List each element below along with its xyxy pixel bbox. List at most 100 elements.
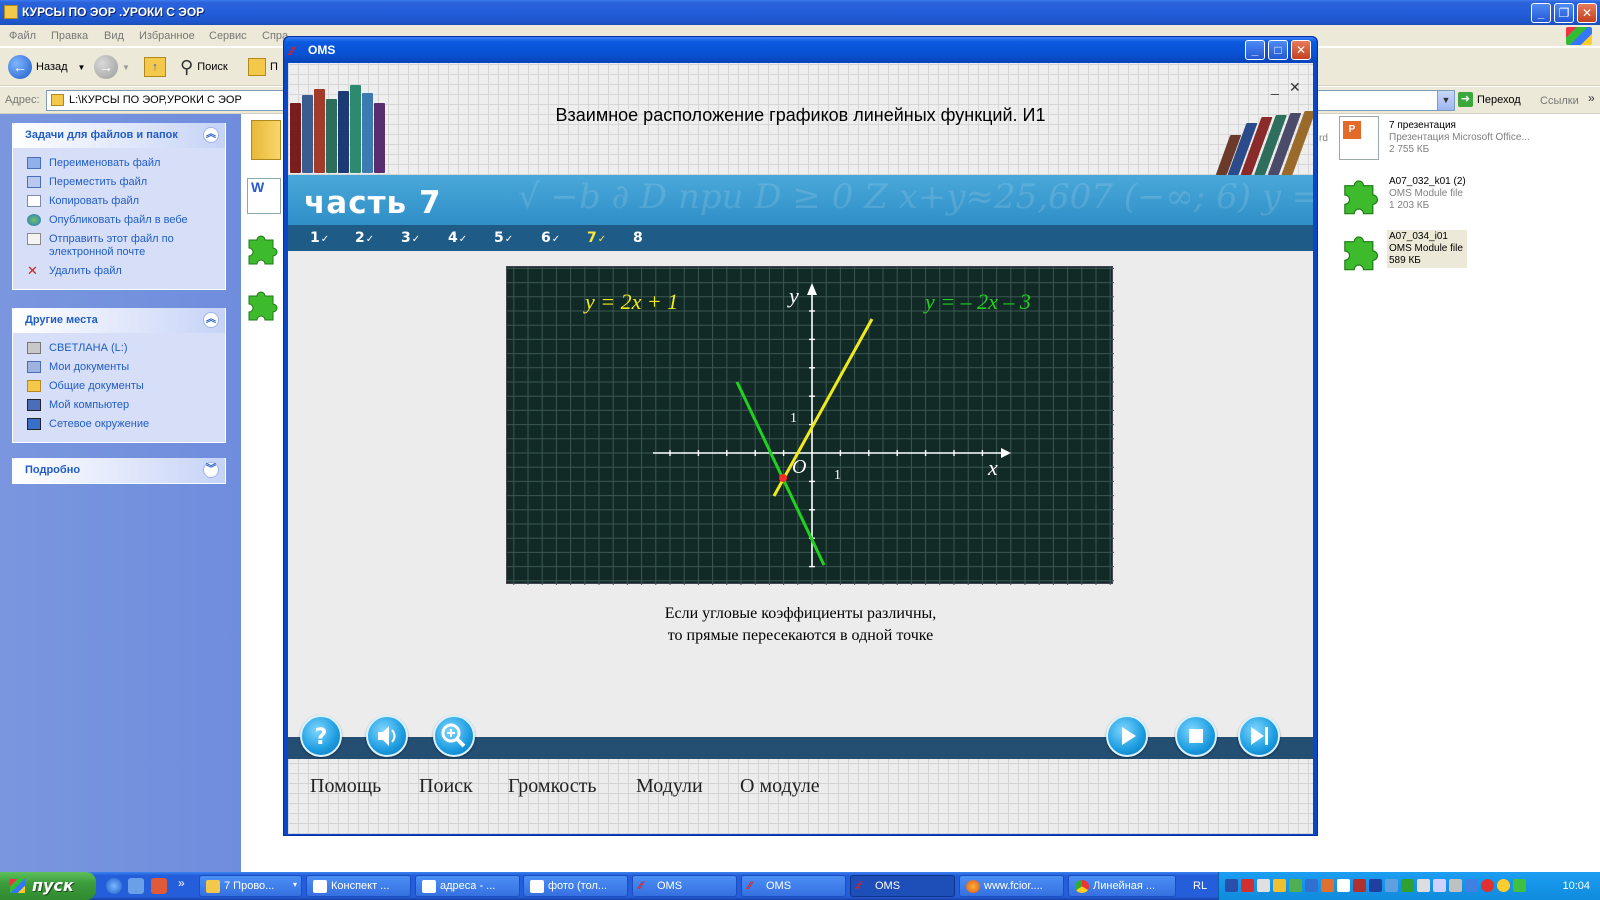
task-firefox[interactable]: www.fcior.... (959, 875, 1064, 897)
task-konspekt[interactable]: Конспект ... (306, 875, 411, 897)
menu-help-link[interactable]: Помощь (310, 775, 381, 798)
task-delete[interactable]: ✕ Удалить файл (13, 262, 225, 281)
task-adresa[interactable]: адреса - ... (415, 875, 520, 897)
language-indicator[interactable]: RL (1193, 880, 1207, 892)
tray-icon[interactable] (1385, 879, 1398, 892)
tray-icon[interactable] (1417, 879, 1430, 892)
chevron-down-icon[interactable]: ▼ (1437, 91, 1454, 110)
close-button[interactable]: ✕ (1577, 3, 1597, 23)
up-folder-button[interactable]: ↑ (144, 54, 166, 80)
tray-icon[interactable] (1481, 879, 1494, 892)
oms-titlebar[interactable]: ⁄⁄ OMS _ □ ✕ (284, 37, 1317, 62)
file-item-selected[interactable]: A07_034_i01 OMS Module file 589 КБ (1387, 230, 1467, 268)
task-foto[interactable]: фото (тол... (523, 875, 628, 897)
help-button[interactable]: ? (300, 715, 342, 757)
place-network[interactable]: Сетевое окружение (13, 415, 225, 434)
minimize-button[interactable]: _ (1245, 40, 1265, 60)
places-panel-header[interactable]: Другие места ︽ (13, 308, 225, 333)
ie-quicklaunch-icon[interactable] (106, 878, 122, 894)
tray-icon[interactable] (1321, 879, 1334, 892)
tasks-panel-header[interactable]: Задачи для файлов и папок ︽ (13, 123, 225, 148)
menu-search-link[interactable]: Поиск (419, 775, 473, 798)
maximize-button[interactable]: □ (1268, 40, 1288, 60)
menu-favorites[interactable]: Избранное (139, 30, 195, 42)
search-button[interactable]: ⚲ Поиск (180, 54, 228, 80)
task-publish[interactable]: Опубликовать файл в вебе (13, 211, 225, 230)
powerpoint-file-icon[interactable]: P (1339, 116, 1379, 160)
explorer-titlebar[interactable]: КУРСЫ ПО ЭОР .УРОКИ С ЭОР _ ❐ ✕ (0, 0, 1600, 25)
menu-volume-link[interactable]: Громкость (508, 775, 597, 798)
task-oms-1[interactable]: ⁄⁄ OMS (632, 875, 737, 897)
step-7-active[interactable]: 7✓ (587, 230, 606, 246)
step-6[interactable]: 6✓ (541, 230, 560, 246)
tray-icon[interactable] (1433, 879, 1446, 892)
step-3[interactable]: 3✓ (401, 230, 420, 246)
tray-icon[interactable] (1305, 879, 1318, 892)
antivirus-tray-icon[interactable] (1241, 879, 1254, 892)
task-copy[interactable]: Копировать файл (13, 192, 225, 211)
start-button[interactable]: пуск (0, 872, 96, 900)
tray-icon[interactable] (1497, 879, 1510, 892)
task-email[interactable]: Отправить этот файл по электронной почте (13, 230, 225, 262)
tray-icon[interactable] (1353, 879, 1366, 892)
volume-tray-icon[interactable] (1449, 879, 1462, 892)
folder-icon[interactable] (251, 120, 281, 160)
play-button[interactable] (1106, 715, 1148, 757)
details-panel-header[interactable]: Подробно ︾ (13, 458, 225, 483)
tray-icon[interactable] (1369, 879, 1382, 892)
network-tray-icon[interactable] (1225, 879, 1238, 892)
skip-end-button[interactable] (1238, 715, 1280, 757)
desktop-quicklaunch-icon[interactable] (128, 878, 144, 894)
folders-button[interactable]: П (248, 54, 278, 80)
task-oms-2[interactable]: ⁄⁄ OMS (741, 875, 846, 897)
menu-edit[interactable]: Правка (51, 30, 88, 42)
step-2[interactable]: 2✓ (355, 230, 374, 246)
clock[interactable]: 10:04 (1562, 880, 1590, 892)
minimize-icon[interactable]: _ (1271, 79, 1279, 95)
tray-icon[interactable] (1257, 879, 1270, 892)
chevron-right-icon[interactable]: » (1588, 91, 1595, 105)
close-icon[interactable]: ✕ (1289, 79, 1301, 96)
links-label[interactable]: Ссылки (1540, 95, 1579, 107)
close-button[interactable]: ✕ (1291, 40, 1311, 60)
menu-view[interactable]: Вид (104, 30, 124, 42)
volume-button[interactable] (366, 715, 408, 757)
restore-button[interactable]: ❐ (1554, 3, 1574, 23)
word-document-icon[interactable]: W (247, 178, 281, 214)
place-drive[interactable]: СВЕТЛАНА (L:) (13, 339, 225, 358)
task-chrome[interactable]: Линейная ... (1068, 875, 1176, 897)
task-rename[interactable]: Переименовать файл (13, 154, 225, 173)
menu-modules-link[interactable]: Модули (636, 775, 703, 798)
puzzle-module-icon[interactable] (1340, 174, 1380, 216)
step-1[interactable]: 1✓ (310, 230, 329, 246)
menu-tools[interactable]: Сервис (209, 30, 247, 42)
chevron-right-icon[interactable]: » (178, 876, 185, 890)
file-item[interactable]: 7 презентация Презентация Microsoft Offi… (1389, 120, 1530, 156)
tray-icon[interactable] (1513, 879, 1526, 892)
puzzle-module-icon[interactable] (245, 230, 279, 266)
go-button[interactable]: ➜ Переход (1458, 92, 1521, 107)
back-button[interactable]: ← Назад ▼ (8, 54, 85, 80)
close-lesson-icon[interactable]: _ ✕ (1271, 79, 1307, 95)
puzzle-module-icon[interactable] (1340, 230, 1380, 272)
tray-icon[interactable] (1289, 879, 1302, 892)
media-quicklaunch-icon[interactable] (151, 878, 167, 894)
place-shared-documents[interactable]: Общие документы (13, 377, 225, 396)
task-folder[interactable]: 7 Прово... ▾ (199, 875, 302, 897)
tray-icon[interactable] (1465, 879, 1478, 892)
step-8[interactable]: 8 (633, 230, 644, 246)
forward-button[interactable]: → ▼ (94, 54, 130, 80)
task-move[interactable]: Переместить файл (13, 173, 225, 192)
step-5[interactable]: 5✓ (494, 230, 513, 246)
minimize-button[interactable]: _ (1531, 3, 1551, 23)
zoom-button[interactable] (433, 715, 475, 757)
stop-button[interactable] (1175, 715, 1217, 757)
puzzle-module-icon[interactable] (245, 286, 279, 322)
place-my-computer[interactable]: Мой компьютер (13, 396, 225, 415)
tray-icon[interactable] (1401, 879, 1414, 892)
tray-icon[interactable] (1337, 879, 1350, 892)
place-my-documents[interactable]: Мои документы (13, 358, 225, 377)
expand-icon[interactable]: ︾ (203, 462, 219, 478)
step-4[interactable]: 4✓ (448, 230, 467, 246)
collapse-icon[interactable]: ︽ (203, 127, 219, 143)
